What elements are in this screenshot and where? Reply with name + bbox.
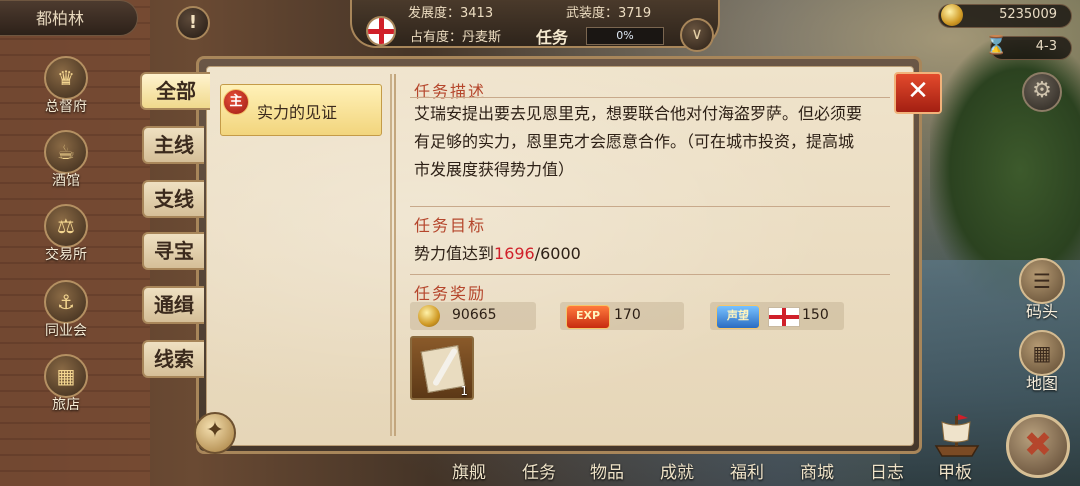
reward-fame-value: 150 xyxy=(802,307,829,323)
ship-icon[interactable] xyxy=(932,410,982,462)
main-quest-badge: 主 xyxy=(223,89,249,115)
task-progress-bar: 0% xyxy=(586,27,664,45)
goal-target-value: /6000 xyxy=(534,244,581,263)
england-flag-icon xyxy=(768,307,800,327)
anchor-icon: ⚓ xyxy=(44,280,88,324)
occupancy-label: 占有度：丹麦斯 xyxy=(410,30,502,45)
armament-stat: 武装度：3719 xyxy=(566,2,651,21)
bottom-nav-tasks[interactable]: 任务 xyxy=(522,458,556,483)
scales-icon: ⚖ xyxy=(44,204,88,248)
city-status-banner xyxy=(350,0,720,48)
reward-exp: EXP 170 xyxy=(560,302,684,330)
england-flag-icon[interactable] xyxy=(366,16,396,46)
nav-tavern[interactable]: ☕ 酒馆 xyxy=(36,130,96,190)
reward-heading: 任务奖励 xyxy=(414,284,487,303)
close-icon[interactable]: ✕ xyxy=(894,72,942,114)
exp-badge-icon: EXP xyxy=(566,305,610,329)
fame-badge-icon: 声望 xyxy=(716,305,760,329)
nav-label: 交易所 xyxy=(45,247,87,263)
nav-guild[interactable]: ⚓ 同业会 xyxy=(36,280,96,340)
city-name: 都柏林 xyxy=(36,9,85,28)
nav-label: 酒馆 xyxy=(52,173,80,189)
task-progress-text: 0% xyxy=(616,29,634,42)
reward-exp-value: 170 xyxy=(614,307,641,323)
quest-list-item[interactable]: 主 实力的见证 xyxy=(220,84,382,136)
tab-side-quest[interactable]: 支线 xyxy=(142,180,204,218)
quest-description: 艾瑞安提出要去见恩里克，想要联合他对付海盗罗萨。但必须要有足够的实力，恩里克才会… xyxy=(414,104,863,179)
reward-fame: 声望 150 xyxy=(710,302,844,330)
quest-title: 实力的见证 xyxy=(257,103,338,122)
bottom-nav-achievements[interactable]: 成就 xyxy=(660,458,694,483)
beer-mug-icon: ☕ xyxy=(44,130,88,174)
reward-item-slot[interactable]: 1 xyxy=(410,336,474,400)
hourglass-icon: ⌛ xyxy=(985,35,1008,56)
heading-rule xyxy=(410,97,890,98)
armament-value: 3719 xyxy=(618,6,652,21)
tab-treasure[interactable]: 寻宝 xyxy=(142,232,204,270)
nav-inn[interactable]: ▦ 旅店 xyxy=(36,354,96,414)
crossed-swords-icon[interactable]: ✖ xyxy=(1006,414,1070,478)
tab-clues[interactable]: 线索 xyxy=(142,340,204,378)
compass-icon[interactable]: ✦ xyxy=(194,412,236,454)
date-value: 4-3 xyxy=(1035,39,1057,54)
nav-label: 同业会 xyxy=(45,323,87,339)
gold-coin-icon xyxy=(418,305,440,327)
heading-rule xyxy=(410,206,890,207)
map-label: 地图 xyxy=(1025,374,1058,393)
date-counter: ⌛ 4-3 xyxy=(985,35,1072,60)
dock-button[interactable]: ☰ 码头 xyxy=(1012,258,1072,322)
collapse-chevron-icon[interactable]: ∨ xyxy=(680,18,714,52)
development-value: 3413 xyxy=(460,6,494,21)
task-label: 任务 xyxy=(536,28,569,47)
goal-current-value: 1696 xyxy=(494,244,535,263)
dock-label: 码头 xyxy=(1025,302,1058,321)
bottom-nav-welfare[interactable]: 福利 xyxy=(730,458,764,483)
occupancy-stat: 占有度：丹麦斯 xyxy=(410,26,501,45)
goal-prefix: 势力值达到 xyxy=(414,244,495,263)
bottom-nav-flagship[interactable]: 旗舰 xyxy=(452,458,486,483)
bottom-nav-log[interactable]: 日志 xyxy=(870,458,904,483)
alert-icon[interactable]: ! xyxy=(176,6,210,40)
gold-counter: 5235009 xyxy=(938,4,1072,28)
tab-main-story[interactable]: 主线 xyxy=(142,126,204,164)
bottom-nav-items[interactable]: 物品 xyxy=(590,458,624,483)
crown-icon: ♛ xyxy=(44,56,88,100)
inn-basket-icon: ▦ xyxy=(44,354,88,398)
development-label: 发展度： xyxy=(408,6,461,21)
armament-label: 武装度： xyxy=(566,6,619,21)
city-name-tag[interactable]: 都柏林 xyxy=(0,0,138,36)
heading-rule xyxy=(410,274,890,275)
gold-value: 5235009 xyxy=(999,7,1057,22)
item-quantity: 1 xyxy=(460,384,468,398)
reward-gold: 90665 xyxy=(410,302,536,330)
nav-label: 旅店 xyxy=(52,397,80,413)
map-button[interactable]: ▦ 地图 xyxy=(1012,330,1072,394)
goal-heading: 任务目标 xyxy=(414,216,487,235)
gold-coin-icon xyxy=(941,4,963,26)
reward-gold-value: 90665 xyxy=(452,307,497,323)
settings-gear-icon[interactable]: ⚙ xyxy=(1022,72,1062,112)
development-stat: 发展度：3413 xyxy=(408,2,493,21)
nav-exchange[interactable]: ⚖ 交易所 xyxy=(36,204,96,264)
tab-wanted[interactable]: 通缉 xyxy=(142,286,204,324)
description-heading: 任务描述 xyxy=(414,82,487,101)
bottom-nav-shop[interactable]: 商城 xyxy=(800,458,834,483)
quest-goal: 势力值达到1696/6000 xyxy=(414,240,581,264)
tab-all[interactable]: 全部 xyxy=(140,72,210,110)
panel-divider xyxy=(394,74,396,436)
nav-label: 总督府 xyxy=(45,99,87,115)
nav-governor-office[interactable]: ♛ 总督府 xyxy=(36,56,96,116)
